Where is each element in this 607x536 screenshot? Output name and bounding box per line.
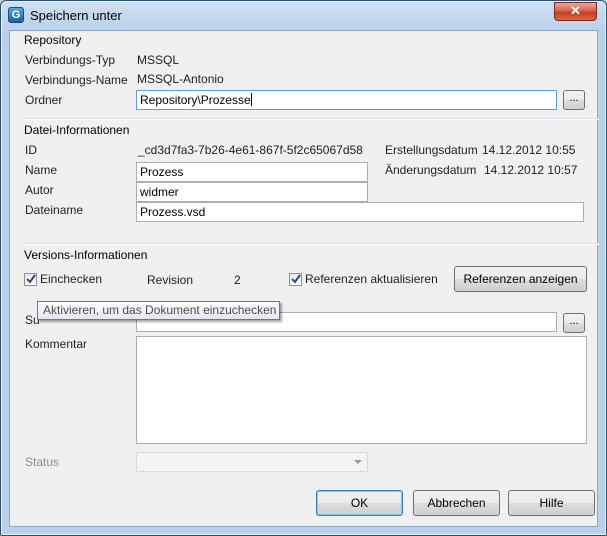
revision-label: Revision [147,273,194,287]
id-value: _cd3d7fa3-7b26-4e61-867f-5f2c65067d58 [138,143,363,157]
connection-type-value: MSSQL [137,53,180,67]
folder-input-text: Repository\Prozesse [140,93,251,107]
checkin-label[interactable]: Einchecken [40,272,102,286]
update-references-label[interactable]: Referenzen aktualisieren [305,272,438,286]
repository-group-title: Repository [24,33,82,47]
status-label: Status [25,455,60,469]
connection-type-label: Verbindungs-Typ [25,53,116,67]
keywords-browse-button[interactable]: ... [563,313,585,333]
modified-date-value: 14.12.2012 10:57 [484,163,578,177]
chevron-down-icon [354,460,362,464]
author-input[interactable]: widmer [136,182,368,202]
dialog-content: Repository Verbindungs-Typ MSSQL Verbind… [9,30,599,527]
status-dropdown[interactable] [136,452,368,472]
name-label: Name [25,163,58,177]
filename-label: Dateiname [25,203,84,217]
comment-textarea[interactable] [136,336,587,444]
checkmark-icon [291,274,301,284]
connection-name-label: Verbindungs-Name [25,73,128,87]
author-label: Autor [25,183,54,197]
filename-input[interactable]: Prozess.vsd [136,202,584,222]
help-button[interactable]: Hilfe [508,490,595,516]
version-info-group-title: Versions-Informationen [24,248,148,262]
folder-label: Ordner [25,93,63,107]
id-label: ID [25,143,37,157]
checkin-checkbox[interactable] [24,273,37,286]
save-as-dialog: G Speichern unter ✕ Repository Verbindun… [0,0,607,536]
checkin-tooltip: Aktivieren, um das Dokument einzuchecken [37,301,280,320]
window-title: Speichern unter [30,8,122,23]
separator [24,243,599,245]
cancel-button[interactable]: Abbrechen [413,490,500,516]
ok-button[interactable]: OK [316,490,403,516]
created-date-label: Erstellungsdatum [385,143,478,157]
created-date-value: 14.12.2012 10:55 [482,143,576,157]
separator [24,118,599,120]
folder-browse-button[interactable]: ... [563,90,585,110]
show-references-button[interactable]: Referenzen anzeigen [454,266,587,292]
comment-label: Kommentar [25,337,88,351]
checkmark-icon [26,274,36,284]
close-button[interactable]: ✕ [554,2,597,21]
connection-name-value: MSSQL-Antonio [137,72,224,86]
revision-value: 2 [234,273,241,287]
name-input[interactable]: Prozess [136,162,368,182]
file-info-group-title: Datei-Informationen [24,123,130,137]
text-caret [250,93,252,106]
title-bar[interactable]: G Speichern unter ✕ [1,1,606,29]
folder-input[interactable]: Repository\Prozesse [136,90,557,110]
app-icon: G [8,7,24,23]
update-references-checkbox[interactable] [289,273,302,286]
modified-date-label: Änderungsdatum [385,163,477,177]
